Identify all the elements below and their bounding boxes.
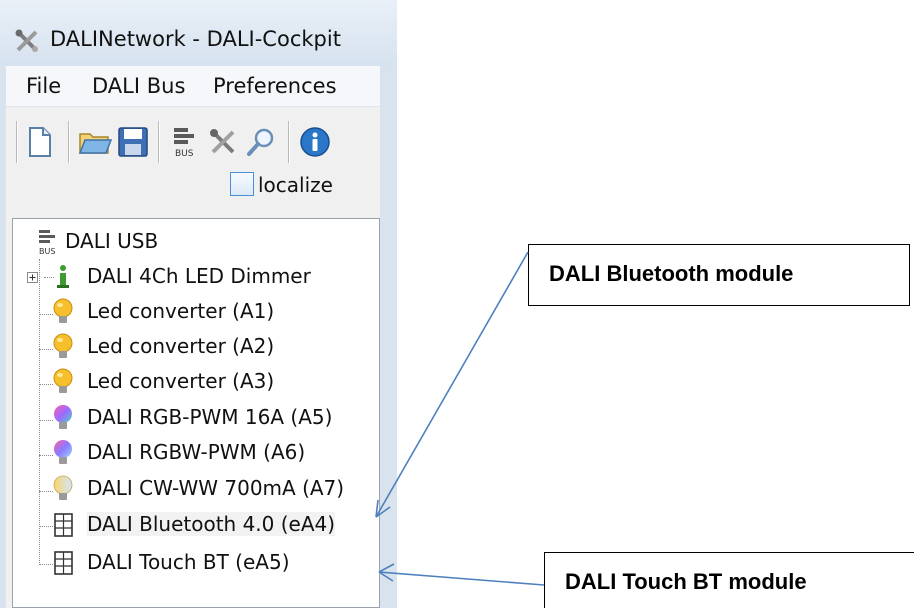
callout-arrows xyxy=(375,251,545,586)
arrow-to-touch xyxy=(378,571,545,586)
arrow-to-bluetooth xyxy=(375,251,529,518)
